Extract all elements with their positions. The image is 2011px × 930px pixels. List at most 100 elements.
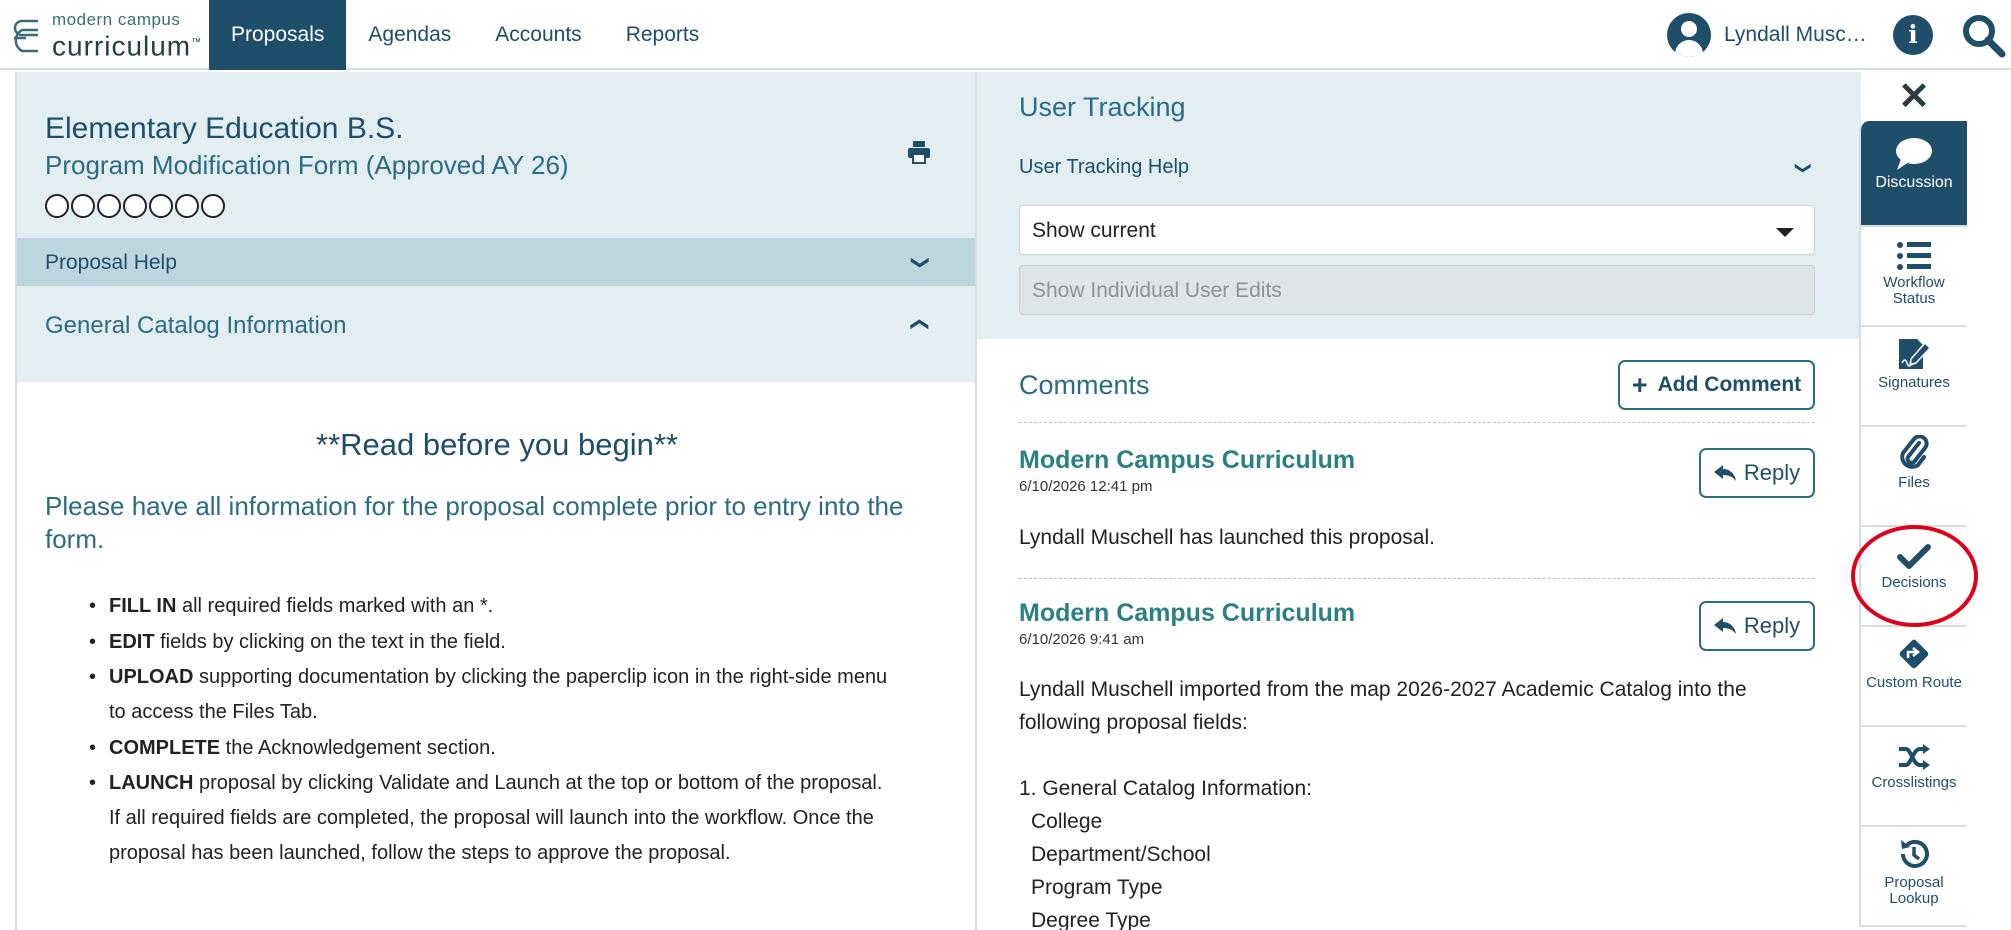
list-icon	[1897, 242, 1931, 270]
general-catalog-section-toggle[interactable]: General Catalog Information ❯	[17, 286, 977, 382]
logo-mark-icon	[13, 19, 38, 53]
read-before-heading: **Read before you begin**	[316, 427, 678, 462]
user-name: Lyndall Musc…	[1724, 23, 1867, 46]
add-comment-label: Add Comment	[1657, 373, 1802, 396]
close-icon[interactable]: ✕	[1860, 74, 1968, 120]
instructions-list: FILL IN all required fields marked with …	[75, 588, 895, 871]
avatar	[1667, 13, 1711, 57]
comment-field-list: 1. General Catalog Information: College …	[1019, 772, 1312, 930]
sidebar-item-label: Workflow Status	[1883, 274, 1945, 307]
chevron-down-icon: ❯	[911, 254, 932, 271]
workflow-step	[97, 194, 121, 218]
logo[interactable]: modern campus curriculum™	[12, 10, 203, 62]
add-comment-button[interactable]: + Add Comment	[1618, 360, 1815, 410]
route-diamond-icon	[1899, 639, 1929, 669]
speech-bubble-icon	[1896, 138, 1932, 170]
reply-label: Reply	[1743, 613, 1801, 638]
sidebar-item-crosslistings[interactable]: Crosslistings	[1859, 727, 1967, 827]
comment-body: Lyndall Muschell imported from the map 2…	[1019, 678, 1747, 734]
sidebar-item-label: Files	[1898, 474, 1930, 491]
print-icon[interactable]	[907, 140, 931, 164]
list-item: College	[1031, 810, 1103, 833]
proposal-help-toggle[interactable]: Proposal Help ❯	[17, 238, 977, 286]
section-label: General Catalog Information	[45, 312, 347, 339]
divider	[1019, 422, 1815, 423]
proposal-help-label: Proposal Help	[45, 251, 177, 274]
proposal-header: Elementary Education B.S. Program Modifi…	[17, 72, 977, 238]
user-tracking-box: User Tracking User Tracking Help ❯ Show …	[977, 72, 1861, 339]
nav-reports[interactable]: Reports	[604, 0, 722, 70]
sidebar-item-workflow-status[interactable]: Workflow Status	[1859, 227, 1967, 327]
user-tracking-title: User Tracking	[1019, 92, 1186, 122]
comment-body: Lyndall Muschell has launched this propo…	[1019, 526, 1435, 549]
list-item: Program Type	[1031, 876, 1163, 899]
history-icon	[1901, 839, 1929, 868]
discussion-panel: User Tracking User Tracking Help ❯ Show …	[975, 72, 1861, 930]
signature-icon	[1899, 339, 1931, 369]
list-item: Degree Type	[1031, 909, 1151, 930]
workflow-step	[123, 194, 147, 218]
logo-wordmark: curriculum™	[52, 30, 203, 62]
user-menu[interactable]: Lyndall Musc…	[1667, 13, 1867, 57]
proposal-panel: Elementary Education B.S. Program Modifi…	[15, 72, 977, 930]
comment-author: Modern Campus Curriculum	[1019, 446, 1356, 474]
highlight-ring	[1851, 525, 1978, 627]
caret-down-icon	[1776, 228, 1794, 237]
paperclip-icon	[1900, 435, 1929, 469]
list-item: FILL IN all required fields marked with …	[75, 588, 895, 624]
list-item: Department/School	[1031, 843, 1211, 866]
sidebar-item-discussion[interactable]: Discussion	[1859, 121, 1967, 227]
sidebar-item-label: Discussion	[1875, 174, 1953, 191]
workflow-step	[149, 194, 173, 218]
list-item: UPLOAD supporting documentation by click…	[75, 660, 895, 730]
comment-author: Modern Campus Curriculum	[1019, 599, 1356, 627]
sidebar-item-label: Crosslistings	[1871, 774, 1957, 791]
sidebar-item-signatures[interactable]: Signatures	[1859, 327, 1967, 427]
info-icon[interactable]: i	[1893, 15, 1933, 55]
workflow-step	[201, 194, 225, 218]
list-item: EDIT fields by clicking on the text in t…	[75, 624, 895, 660]
workflow-step	[45, 194, 69, 218]
nav-agendas[interactable]: Agendas	[346, 0, 473, 70]
sidebar-item-label: Custom Route	[1866, 674, 1962, 691]
list-item: LAUNCH proposal by clicking Validate and…	[75, 766, 895, 871]
sidebar-rail: Discussion Workflow Status Signatures Fi…	[1859, 121, 1967, 927]
comments-title: Comments	[1019, 370, 1150, 400]
sidebar-item-label: Signatures	[1878, 374, 1950, 391]
nav-accounts[interactable]: Accounts	[473, 0, 603, 70]
sidebar-item-files[interactable]: Files	[1859, 427, 1967, 527]
reply-icon	[1713, 465, 1736, 481]
reply-icon	[1713, 618, 1736, 634]
reply-button[interactable]: Reply	[1699, 448, 1815, 498]
main-nav: Proposals Agendas Accounts Reports	[209, 0, 721, 70]
logo-tagline: modern campus	[52, 10, 181, 30]
chevron-up-icon: ❯	[908, 316, 929, 333]
tracking-select[interactable]: Show current	[1019, 205, 1815, 255]
divider	[1019, 578, 1815, 579]
sidebar-item-label: Proposal Lookup	[1884, 874, 1944, 907]
top-bar: modern campus curriculum™ Proposals Agen…	[0, 0, 2011, 70]
sidebar-item-custom-route[interactable]: Custom Route	[1859, 627, 1967, 727]
list-heading: 1. General Catalog Information:	[1019, 777, 1312, 800]
workflow-progress	[45, 194, 225, 218]
nav-proposals[interactable]: Proposals	[209, 0, 347, 70]
show-user-edits-button[interactable]: Show Individual User Edits	[1019, 265, 1815, 315]
reply-button[interactable]: Reply	[1699, 601, 1815, 651]
comment-timestamp: 6/10/2026 12:41 pm	[1019, 478, 1153, 495]
shuffle-icon	[1899, 744, 1930, 770]
intro-text: Please have all information for the prop…	[45, 491, 904, 554]
search-icon[interactable]	[1960, 12, 2006, 58]
list-item: COMPLETE the Acknowledgement section.	[75, 730, 895, 766]
sidebar-item-proposal-lookup[interactable]: Proposal Lookup	[1859, 827, 1967, 927]
user-tracking-help-toggle[interactable]: User Tracking Help	[1019, 156, 1189, 179]
plus-icon: +	[1631, 369, 1648, 400]
proposal-subtitle: Program Modification Form (Approved AY 2…	[45, 150, 569, 180]
reply-label: Reply	[1743, 460, 1801, 485]
workflow-step	[175, 194, 199, 218]
tracking-select-value: Show current	[1032, 219, 1156, 242]
proposal-title: Elementary Education B.S.	[45, 112, 404, 145]
comment-timestamp: 6/10/2026 9:41 am	[1019, 631, 1145, 648]
workflow-step	[71, 194, 95, 218]
chevron-down-icon[interactable]: ❯	[1794, 161, 1814, 174]
show-user-edits-label: Show Individual User Edits	[1032, 279, 1282, 302]
